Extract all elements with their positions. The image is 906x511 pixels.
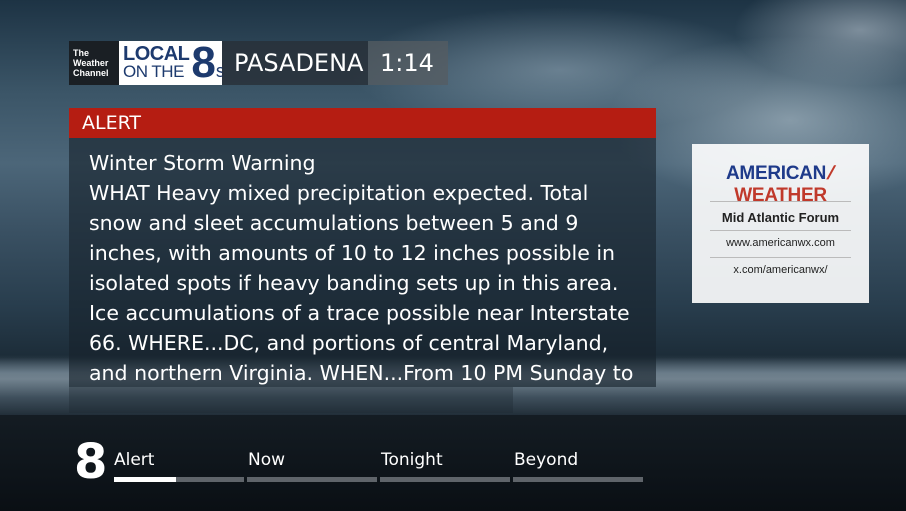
segment-number: 8 <box>74 434 108 490</box>
alert-text: Winter Storm Warning WHAT Heavy mixed pr… <box>89 148 644 387</box>
alert-header: ALERT <box>69 108 656 138</box>
progress-bar-now <box>247 477 377 482</box>
ad-url-x[interactable]: x.com/americanwx/ <box>710 257 851 276</box>
tab-alert[interactable]: Alert <box>114 450 154 470</box>
local-on-the-8s-logo: LOCAL ON THE 8 s <box>119 41 225 85</box>
tab-now[interactable]: Now <box>248 450 285 470</box>
alert-panel-footer <box>69 387 513 413</box>
tab-tonight[interactable]: Tonight <box>381 450 443 470</box>
american-weather-ad[interactable]: AMERICAN/WEATHER Mid Atlantic Forum www.… <box>692 144 869 303</box>
alert-label: ALERT <box>82 112 142 134</box>
weather-channel-logo: The Weather Channel <box>69 41 119 85</box>
progress-bar-beyond <box>513 477 643 482</box>
tab-beyond[interactable]: Beyond <box>514 450 578 470</box>
header-bar: The Weather Channel LOCAL ON THE 8 s PAS… <box>69 41 448 85</box>
ad-url-website[interactable]: www.americanwx.com <box>710 230 851 249</box>
ad-forum-name: Mid Atlantic Forum <box>710 201 851 225</box>
city-name: PASADENA <box>222 41 368 85</box>
progress-bar-tonight <box>380 477 510 482</box>
progress-bar-alert <box>114 477 244 482</box>
clock-time: 1:14 <box>368 41 448 85</box>
progress-fill-alert <box>114 477 177 482</box>
alert-title: Winter Storm Warning <box>89 151 316 175</box>
alert-panel: Winter Storm Warning WHAT Heavy mixed pr… <box>69 138 656 387</box>
alert-description: WHAT Heavy mixed precipitation expected.… <box>89 181 634 385</box>
